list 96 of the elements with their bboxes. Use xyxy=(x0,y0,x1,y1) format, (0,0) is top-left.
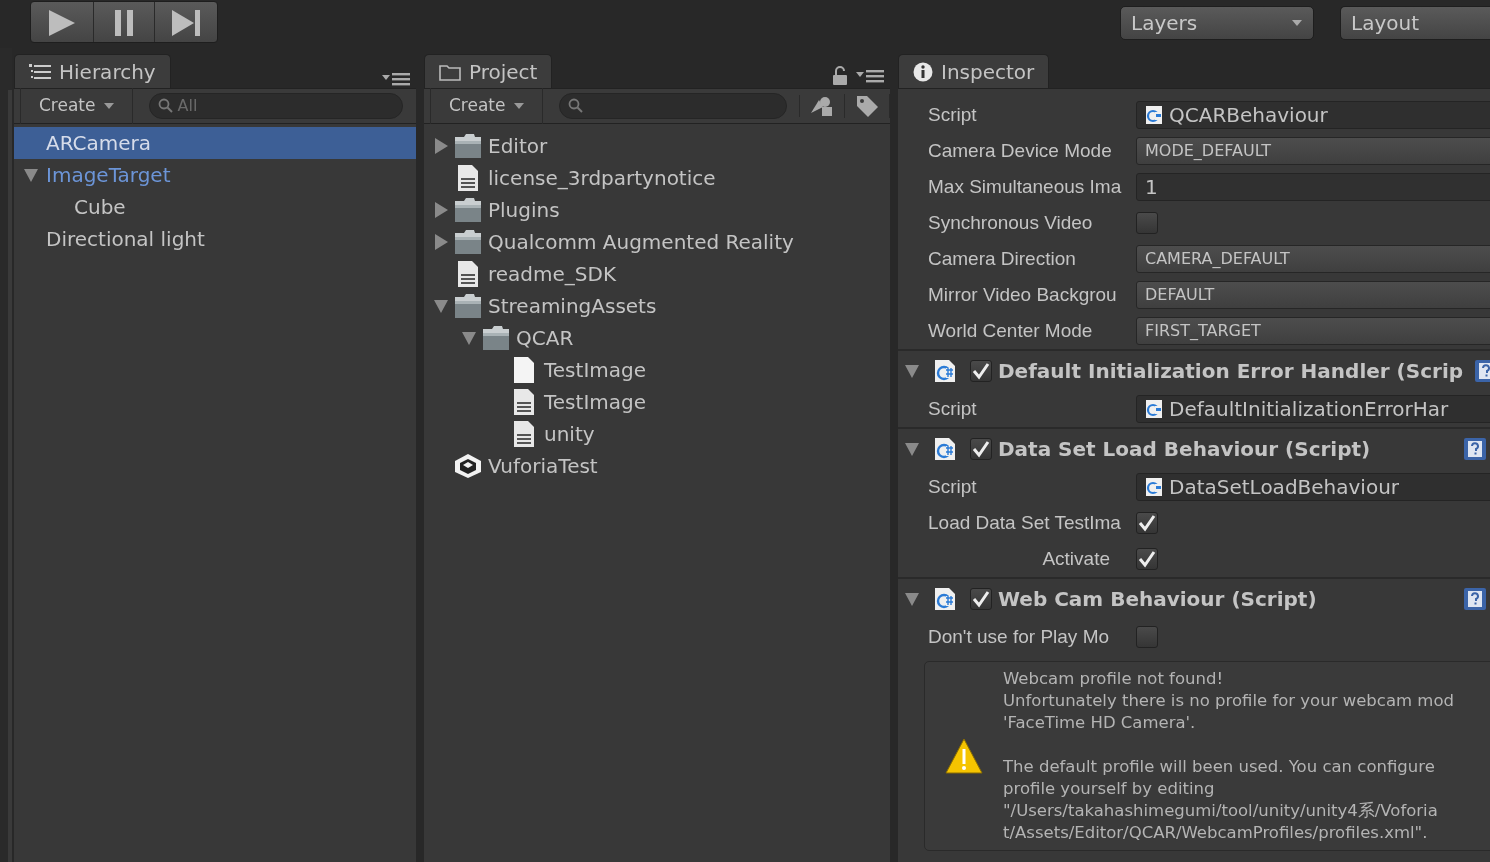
warning-text: The default profile will been used. You can configure xyxy=(1003,756,1436,778)
menu-icon[interactable] xyxy=(382,72,410,86)
number-field[interactable]: 1 xyxy=(1136,173,1490,201)
expand-arrow-icon[interactable] xyxy=(22,167,40,183)
caret-icon xyxy=(103,103,114,109)
warning-text: Webcam profile not found! xyxy=(1003,668,1224,690)
field-label: Script xyxy=(928,475,977,497)
enable-checkbox[interactable] xyxy=(970,588,992,610)
search-field[interactable] xyxy=(558,93,787,119)
folder-icon xyxy=(454,293,482,319)
field-label: Camera Device Mode xyxy=(928,139,1112,161)
folder-icon xyxy=(439,62,461,81)
expand-arrow-icon[interactable] xyxy=(432,233,450,251)
script-icon xyxy=(1145,399,1163,419)
object-field[interactable]: QCARBehaviour xyxy=(1136,101,1490,129)
folder-icon xyxy=(454,133,482,159)
project-item[interactable]: TestImage xyxy=(424,354,890,386)
search-icon xyxy=(567,98,584,114)
panel-tab[interactable]: Inspector xyxy=(898,54,1050,88)
help-icon[interactable] xyxy=(1464,588,1486,610)
checkbox[interactable] xyxy=(1136,626,1158,648)
cube-icon xyxy=(454,453,482,479)
project-item[interactable]: Plugins xyxy=(424,194,890,226)
search-icon xyxy=(157,98,174,114)
layout-dropdown[interactable]: Layout xyxy=(1340,6,1490,40)
field-label: Mirror Video Backgrou xyxy=(928,283,1117,305)
warning-icon xyxy=(945,738,983,774)
enable-checkbox[interactable] xyxy=(970,438,992,460)
create-dropdown[interactable]: Create xyxy=(20,88,133,124)
expand-arrow-icon[interactable] xyxy=(460,330,478,346)
script-icon xyxy=(1145,105,1163,125)
object-field[interactable]: DataSetLoadBehaviour xyxy=(1136,473,1490,501)
menu-icon[interactable] xyxy=(856,69,884,83)
folder-icon xyxy=(454,197,482,223)
expand-arrow-icon[interactable] xyxy=(432,137,450,155)
project-item[interactable]: StreamingAssets xyxy=(424,290,890,322)
expand-arrow-icon[interactable] xyxy=(432,201,450,219)
project-item[interactable]: TestImage xyxy=(424,386,890,418)
layers-dropdown[interactable]: Layers xyxy=(1120,6,1314,40)
field-label: Script xyxy=(928,103,977,125)
warning-text: 'FaceTime HD Camera'. xyxy=(1003,712,1197,734)
field-label: Don't use for Play Mo xyxy=(928,625,1110,647)
script-icon xyxy=(934,587,956,611)
panel-tab[interactable]: Hierarchy xyxy=(14,54,171,88)
foldout-icon[interactable] xyxy=(904,591,920,607)
component-title: Default Initialization Error Handler (Scrip xyxy=(998,358,1464,385)
checkbox[interactable] xyxy=(1136,548,1158,570)
expand-arrow-icon[interactable] xyxy=(432,298,450,314)
hierarchy-item[interactable]: Cube xyxy=(14,191,416,223)
dropdown[interactable]: FIRST_TARGET xyxy=(1136,317,1490,345)
field-label: Load Data Set TestIma xyxy=(928,511,1121,533)
lock-icon[interactable] xyxy=(832,66,848,86)
component-title: Data Set Load Behaviour (Script) xyxy=(998,436,1371,463)
warning-text: "/Users/takahashimegumi/tool/unity/unity4系/Voforia xyxy=(1003,800,1439,822)
folder-icon xyxy=(454,229,482,255)
script-icon xyxy=(934,359,956,383)
checkbox[interactable] xyxy=(1136,212,1158,234)
foldout-icon[interactable] xyxy=(904,441,920,457)
dropdown[interactable]: DEFAULT xyxy=(1136,281,1490,309)
list-icon xyxy=(29,62,51,81)
project-item[interactable]: unity xyxy=(424,418,890,450)
enable-checkbox[interactable] xyxy=(970,360,992,382)
field-label: Script xyxy=(928,397,977,419)
dropdown[interactable]: MODE_DEFAULT xyxy=(1136,137,1490,165)
project-item[interactable]: readme_SDK xyxy=(424,258,890,290)
folder-icon xyxy=(482,325,510,351)
hierarchy-item[interactable]: ImageTarget xyxy=(14,159,416,191)
panel-tab[interactable]: Project xyxy=(424,54,553,88)
dropdown[interactable]: CAMERA_DEFAULT xyxy=(1136,245,1490,273)
field-label: Camera Direction xyxy=(928,247,1076,269)
info-icon xyxy=(913,61,933,82)
foldout-icon[interactable] xyxy=(904,363,920,379)
field-label: Max Simultaneous Ima xyxy=(928,175,1122,197)
script-icon xyxy=(934,437,956,461)
warning-text: profile yourself by editing xyxy=(1003,778,1216,800)
help-icon[interactable] xyxy=(1464,438,1486,460)
caret-icon xyxy=(513,103,524,109)
project-item[interactable]: Editor xyxy=(424,130,890,162)
project-item[interactable]: QCAR xyxy=(424,322,890,354)
project-item[interactable]: Qualcomm Augmented Reality xyxy=(424,226,890,258)
project-item[interactable]: VuforiaTest xyxy=(424,450,890,482)
tag-icon[interactable] xyxy=(844,94,890,118)
caret-icon xyxy=(1291,19,1303,27)
field-label: Activate xyxy=(1042,547,1110,569)
object-field[interactable]: DefaultInitializationErrorHar xyxy=(1136,395,1490,423)
project-item[interactable]: license_3rdpartynotice xyxy=(424,162,890,194)
script-icon xyxy=(1145,477,1163,497)
component-title: Web Cam Behaviour (Script) xyxy=(998,586,1317,613)
hierarchy-item[interactable]: Directional light xyxy=(14,223,416,255)
hierarchy-item[interactable]: ARCamera xyxy=(14,127,416,159)
field-label: Synchronous Video xyxy=(928,211,1093,233)
checkbox[interactable] xyxy=(1136,512,1158,534)
pause-icon[interactable] xyxy=(93,2,155,42)
warning-text: t/Assets/Editor/QCAR/WebcamProfiles/profiles.xml". xyxy=(1003,822,1429,844)
warning-text: Unfortunately there is no profile for your webcam mod xyxy=(1003,690,1454,712)
field-label: World Center Mode xyxy=(928,319,1093,341)
